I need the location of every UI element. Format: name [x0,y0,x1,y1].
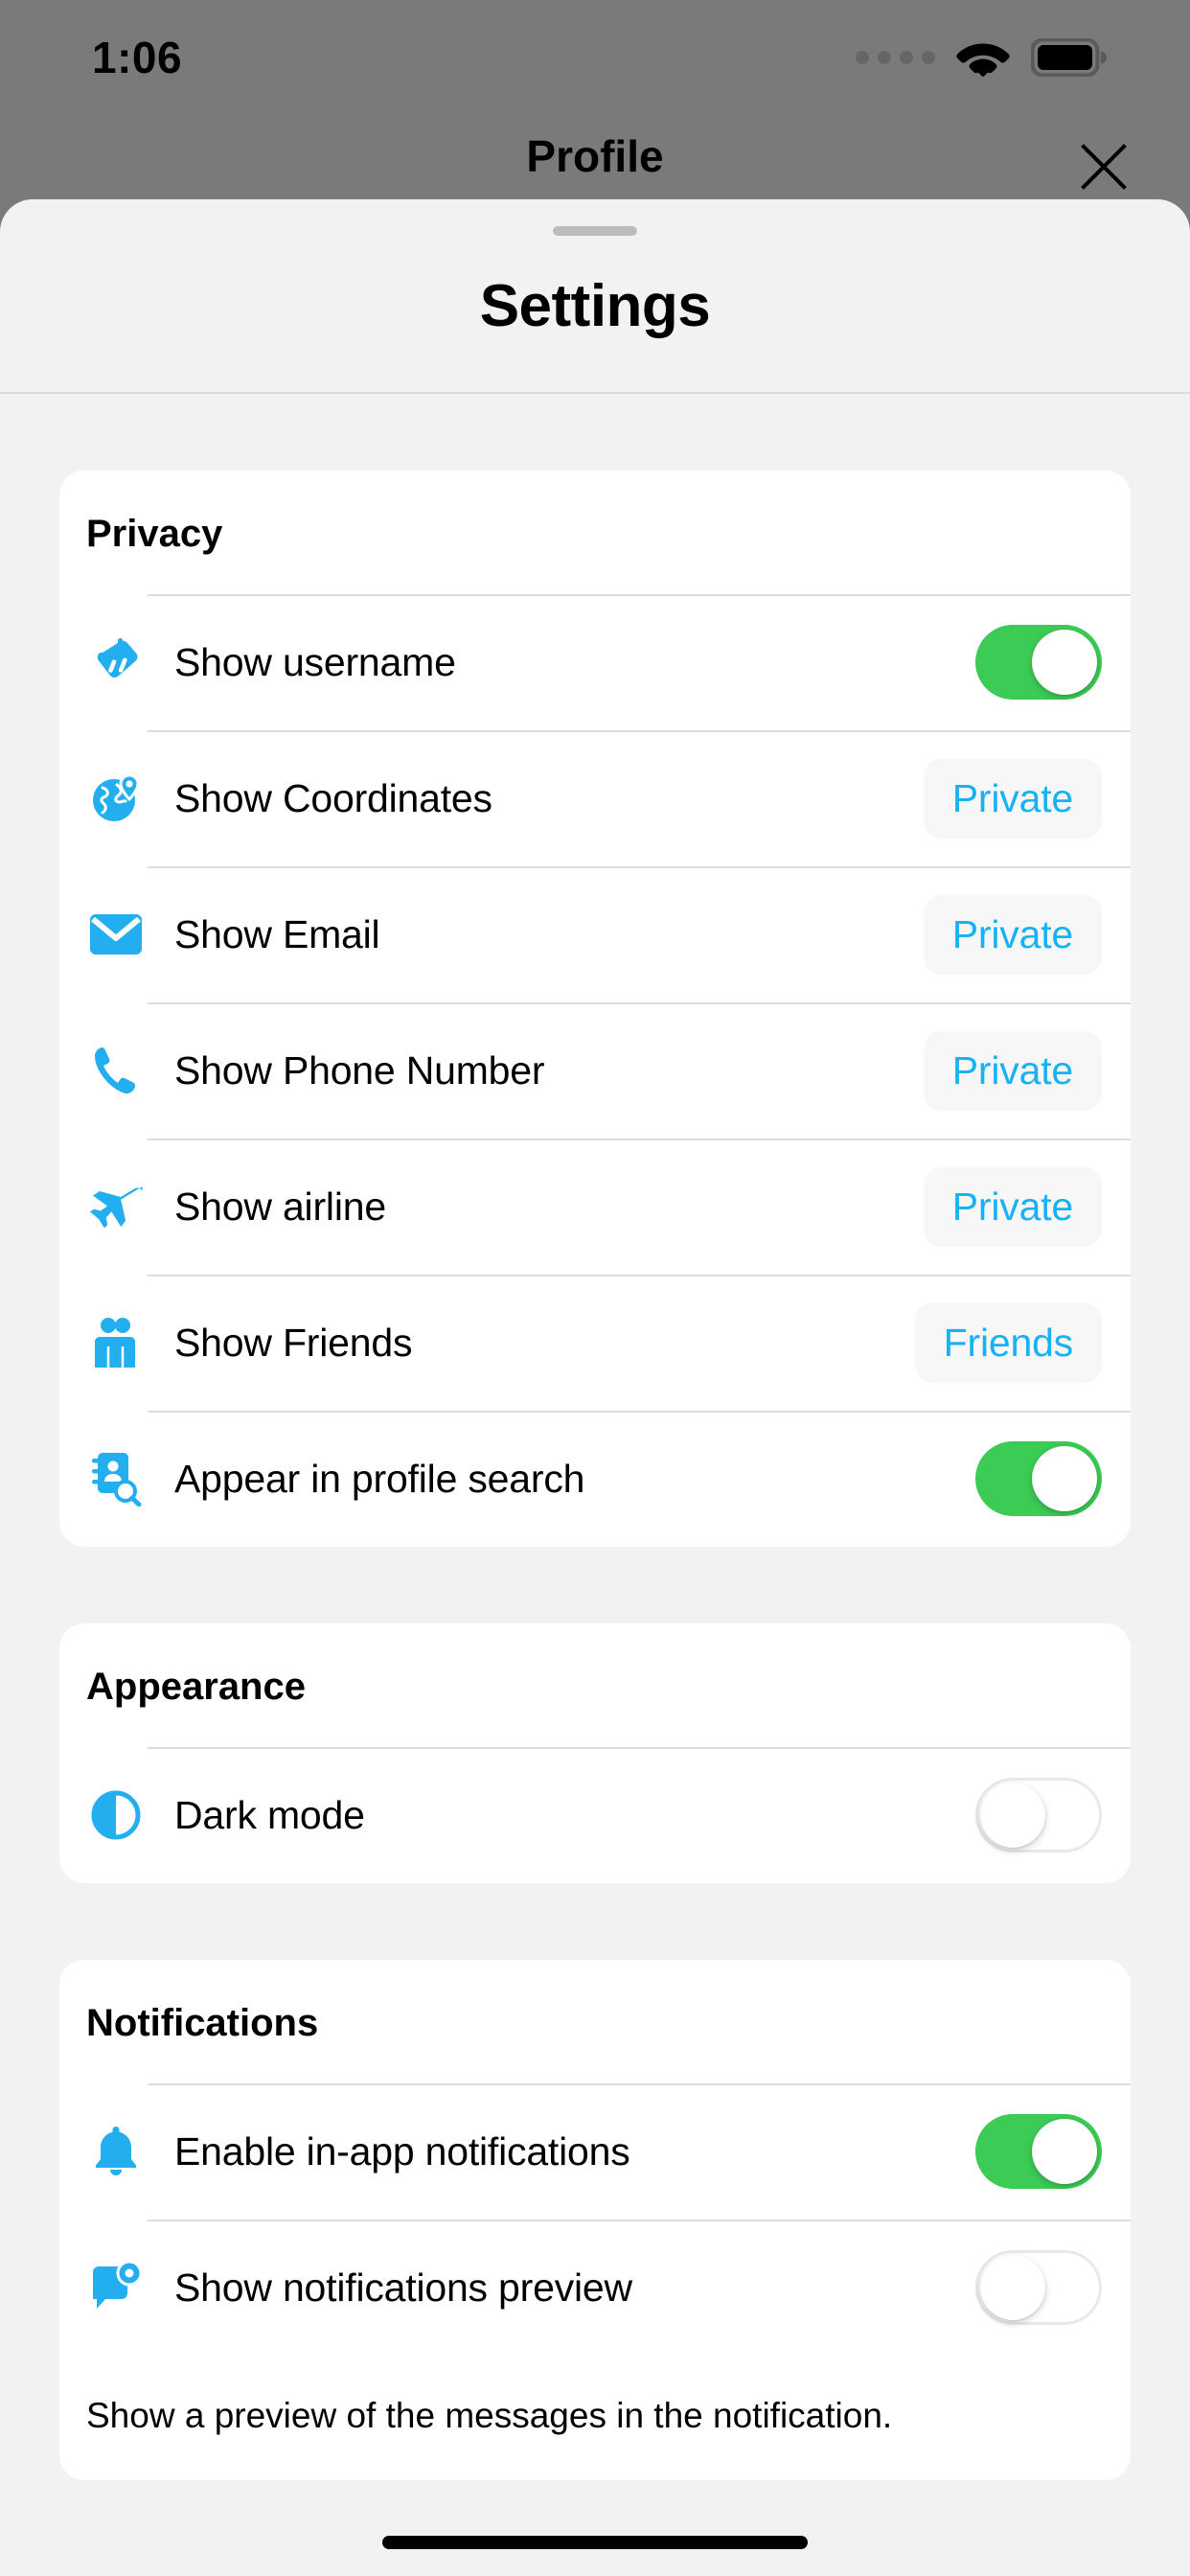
sheet-grabber[interactable] [553,226,637,236]
half-circle-icon [86,1785,146,1845]
section-title: Appearance [86,1666,306,1708]
section-footer-text: Show a preview of the messages in the no… [86,2396,893,2435]
page-title: Profile [526,131,664,181]
wifi-icon [956,43,1010,77]
row-show-coordinates[interactable]: Show Coordinates Private [59,730,1131,866]
row-label: Enable in-app notifications [174,2128,630,2174]
row-dark-mode[interactable]: Dark mode [59,1747,1131,1883]
badge-show-friends[interactable]: Friends [914,1302,1102,1383]
envelope-icon [86,905,146,964]
row-label: Show username [174,639,456,684]
section-notifications: Notifications Enable in-app notification… [59,1960,1131,2481]
section-title: Privacy [86,513,223,555]
toggle-appear-in-profile-search[interactable] [975,1441,1102,1516]
badge-show-coordinates[interactable]: Private [923,758,1102,839]
status-time: 1:06 [92,33,183,82]
row-label: Show Phone Number [174,1047,545,1092]
row-show-airline[interactable]: Show airline Private [59,1138,1131,1275]
row-enable-in-app-notifications[interactable]: Enable in-app notifications [59,2083,1131,2220]
row-appear-in-profile-search[interactable]: Appear in profile search [59,1411,1131,1547]
badge-show-phone-number[interactable]: Private [923,1030,1102,1111]
contact-search-icon [86,1449,146,1508]
sheet-title: Settings [479,273,711,339]
battery-full-icon [1031,38,1107,77]
settings-sheet: Settings Privacy Show username Show Coor… [0,199,1190,2576]
section-privacy: Privacy Show username Show Coordinates P… [59,471,1131,1547]
status-bar: 1:06 [0,0,1190,115]
badge-show-airline[interactable]: Private [923,1166,1102,1247]
row-show-email[interactable]: Show Email Private [59,866,1131,1002]
section-appearance: Appearance Dark mode [59,1623,1131,1883]
row-label: Show airline [174,1184,386,1229]
row-show-friends[interactable]: Show Friends Friends [59,1275,1131,1411]
phone-icon [86,1041,146,1100]
bell-icon [86,2122,146,2181]
row-show-phone-number[interactable]: Show Phone Number Private [59,1002,1131,1138]
people-icon [86,1313,146,1372]
home-indicator[interactable] [382,2536,808,2549]
row-label: Show Email [174,911,380,956]
phone-screen: 1:06 Profile Settings Privacy Show usern… [0,0,1190,2576]
settings-content: Privacy Show username Show Coordinates P… [0,471,1190,2481]
badge-show-email[interactable]: Private [923,894,1102,975]
toggle-enable-in-app-notifications[interactable] [975,2114,1102,2189]
sheet-divider [0,392,1190,394]
status-indicators [856,37,1108,78]
toggle-dark-mode[interactable] [975,1778,1102,1852]
toggle-show-notifications-preview[interactable] [975,2250,1102,2325]
row-show-notifications-preview[interactable]: Show notifications preview [59,2220,1131,2356]
signal-dots-icon [856,51,935,64]
tag-icon [86,632,146,692]
close-icon[interactable] [1075,138,1133,196]
toggle-show-username[interactable] [975,625,1102,700]
row-label: Dark mode [174,1792,365,1837]
row-label: Show Friends [174,1320,413,1365]
globe-location-icon [86,769,146,828]
airplane-icon [86,1177,146,1236]
row-label: Show Coordinates [174,775,492,820]
row-label: Show notifications preview [174,2265,632,2310]
section-title: Notifications [86,2002,319,2044]
row-label: Appear in profile search [174,1456,585,1501]
message-preview-icon [86,2258,146,2317]
row-show-username[interactable]: Show username [59,594,1131,730]
